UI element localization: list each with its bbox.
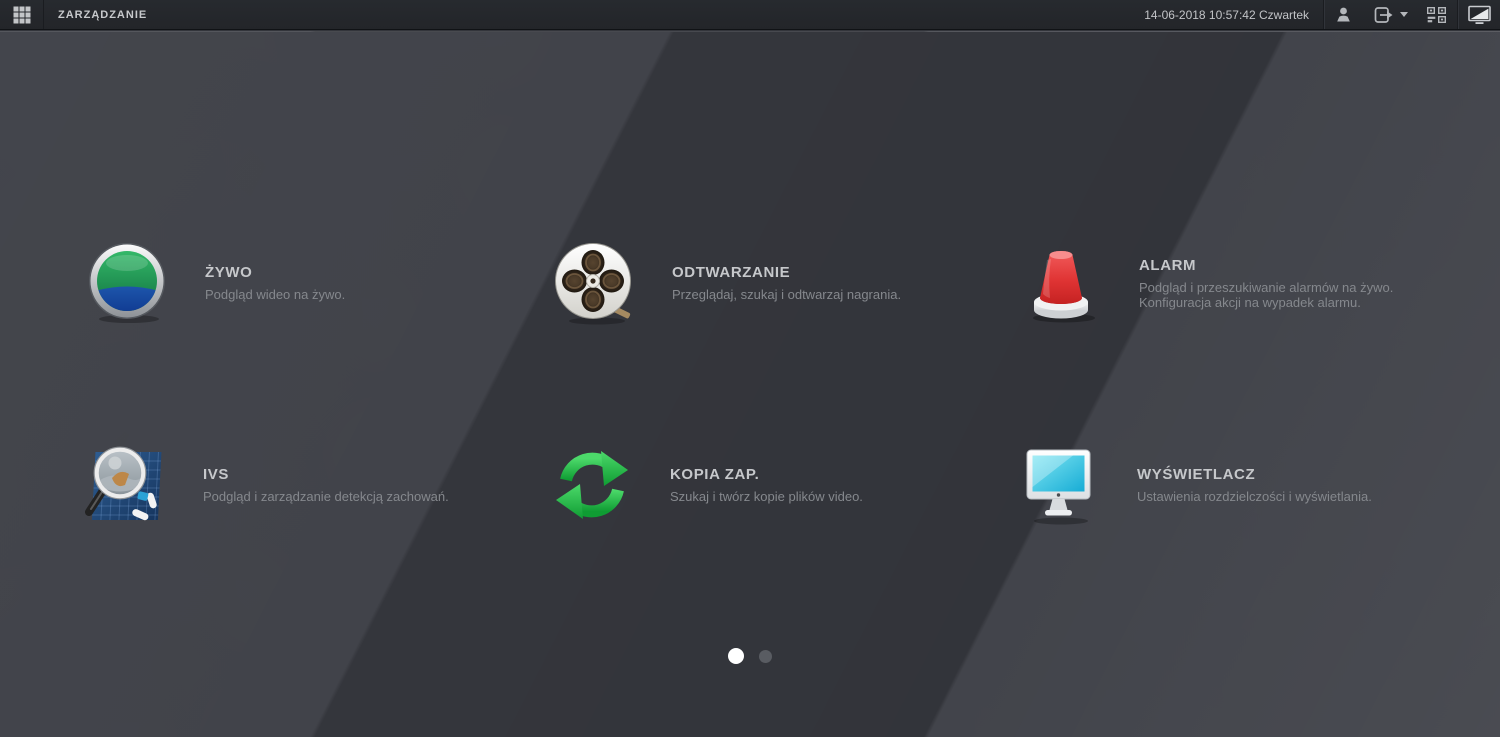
menu-item-playback[interactable]: ODTWARZANIE Przeglądaj, szukaj i odtwarz… xyxy=(553,239,993,327)
top-bar-left: ZARZĄDZANIE xyxy=(0,0,147,29)
menu-item-title: ODTWARZANIE xyxy=(672,264,791,281)
menu-item-text: IVS Podgląd i zarządzanie detekcją zacho… xyxy=(203,466,449,504)
menu-item-desc: Podgląd i zarządzanie detekcją zachowań. xyxy=(203,489,449,504)
management-home-screen: ZARZĄDZANIE 14-06-2018 10:57:42 Czwartek xyxy=(0,0,1500,737)
ivs-icon xyxy=(84,442,166,528)
backup-icon xyxy=(551,442,633,528)
menu-item-alarm[interactable]: ALARM Podgląd i przeszukiwanie alarmów n… xyxy=(1020,239,1460,327)
top-bar-right: 14-06-2018 10:57:42 Czwartek xyxy=(1144,0,1500,29)
menu-item-ivs[interactable]: IVS Podgląd i zarządzanie detekcją zacho… xyxy=(84,441,524,529)
menu-item-desc: Konfiguracja akcji na wypadek alarmu. xyxy=(1139,294,1361,310)
display-icon xyxy=(1018,442,1100,528)
qr-code-button[interactable] xyxy=(1416,0,1457,29)
top-bar: ZARZĄDZANIE 14-06-2018 10:57:42 Czwartek xyxy=(0,0,1500,30)
menu-item-text: KOPIA ZAP. Szukaj i twórz kopie plików v… xyxy=(670,466,863,504)
menu-item-desc: Podgląd wideo na żywo. xyxy=(205,287,346,302)
menu-item-title: ŻYWO xyxy=(205,264,253,281)
menu-item-desc: Przeglądaj, szukaj i odtwarzaj nagrania. xyxy=(672,287,902,302)
menu-item-text: ŻYWO Podgląd wideo na żywo. xyxy=(205,264,345,302)
datetime-display: 14-06-2018 10:57:42 Czwartek xyxy=(1144,7,1309,22)
menu-item-text: ALARM Podgląd i przeszukiwanie alarmów n… xyxy=(1139,257,1393,310)
screen-split-button[interactable] xyxy=(1458,0,1500,29)
playback-icon xyxy=(553,240,635,326)
apps-menu-button[interactable] xyxy=(0,0,44,29)
menu-item-title: IVS xyxy=(203,466,229,483)
menu-item-live[interactable]: ŻYWO Podgląd wideo na żywo. xyxy=(86,239,526,327)
menu-item-desc: Ustawienia rozdzielczości i wyświetlania… xyxy=(1137,489,1372,504)
alarm-icon xyxy=(1020,240,1102,326)
menu-item-display[interactable]: WYŚWIETLACZ Ustawienia rozdzielczości i … xyxy=(1018,441,1458,529)
logout-button[interactable] xyxy=(1363,0,1398,29)
logout-icon xyxy=(1374,6,1393,23)
user-icon xyxy=(1337,7,1350,22)
logout-options-button[interactable] xyxy=(1398,0,1416,29)
menu-item-title: ALARM xyxy=(1139,256,1197,274)
user-account-button[interactable] xyxy=(1324,0,1363,29)
page-title: ZARZĄDZANIE xyxy=(58,8,148,21)
pagination xyxy=(0,648,1500,664)
menu-item-backup[interactable]: KOPIA ZAP. Szukaj i twórz kopie plików v… xyxy=(551,441,991,529)
page-dot-2[interactable] xyxy=(759,649,772,663)
menu-item-text: WYŚWIETLACZ Ustawienia rozdzielczości i … xyxy=(1137,466,1372,504)
menu-item-title: KOPIA ZAP. xyxy=(670,466,760,483)
menu-item-desc: Podgląd i przeszukiwanie alarmów na żywo… xyxy=(1139,279,1394,295)
menu-item-text: ODTWARZANIE Przeglądaj, szukaj i odtwarz… xyxy=(672,264,901,302)
page-dot-1[interactable] xyxy=(728,648,744,664)
main-menu-area: ŻYWO Podgląd wideo na żywo. ODTWARZANIE … xyxy=(0,31,1500,737)
live-view-icon xyxy=(86,240,168,326)
menu-item-title: WYŚWIETLACZ xyxy=(1137,466,1256,483)
screen-split-icon xyxy=(1467,5,1491,24)
chevron-down-icon xyxy=(1400,12,1408,17)
qr-code-icon xyxy=(1427,6,1446,23)
apps-grid-icon xyxy=(13,6,30,23)
menu-item-desc: Szukaj i twórz kopie plików video. xyxy=(670,489,863,504)
